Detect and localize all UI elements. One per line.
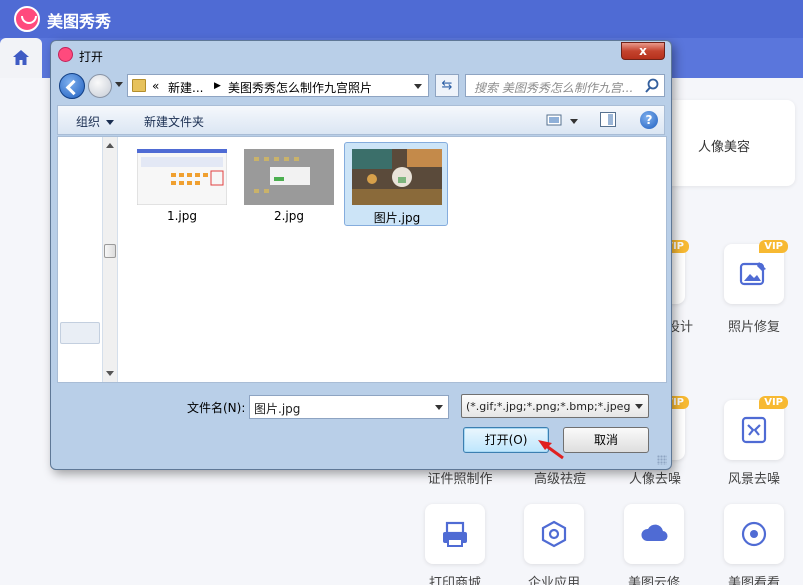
dialog-titlebar[interactable]: 打开 x bbox=[51, 41, 671, 69]
tool-print-label: 打印商城 bbox=[428, 576, 481, 585]
new-folder-button[interactable]: 新建文件夹 bbox=[144, 113, 204, 130]
photo-repair-icon bbox=[739, 262, 766, 286]
recent-locations-dropdown[interactable] bbox=[115, 82, 123, 87]
dialog-footer: 文件名(N): 图片.jpg (*.gif;*.jpg;*.png;*.bmp;… bbox=[51, 385, 671, 469]
vip-badge: VIP bbox=[759, 396, 788, 409]
breadcrumb-separator-icon: ▶ bbox=[214, 81, 221, 91]
annotation-arrow-icon bbox=[538, 440, 564, 460]
folder-icon bbox=[132, 79, 146, 92]
tool-portrait-denoise-label: 人像去噪 bbox=[628, 472, 681, 487]
file-item[interactable]: 1.jpg bbox=[130, 143, 234, 227]
file-item[interactable]: 2.jpg bbox=[237, 143, 341, 227]
meitu-logo-icon bbox=[14, 6, 40, 32]
meitu-app-icon bbox=[58, 47, 73, 62]
file-thumbnail bbox=[244, 149, 334, 205]
address-row: « 新建... ▶ 美图秀秀怎么制作九宫照片 ⇆ 搜索 美图秀秀怎么制作九宫..… bbox=[57, 71, 665, 101]
breadcrumb-overflow[interactable]: « bbox=[152, 79, 159, 93]
search-placeholder: 搜索 美图秀秀怎么制作九宫... bbox=[474, 81, 634, 95]
forward-button[interactable] bbox=[88, 74, 112, 98]
tool-id-photo-label: 证件照制作 bbox=[427, 472, 493, 487]
chevron-down-icon bbox=[106, 120, 115, 125]
app-header: 美图秀秀 bbox=[0, 0, 803, 38]
address-bar[interactable]: « 新建... ▶ 美图秀秀怎么制作九宫照片 bbox=[127, 74, 429, 97]
scroll-thumb[interactable] bbox=[104, 244, 116, 258]
dialog-toolbar: 组织 新建文件夹 ? bbox=[57, 105, 665, 135]
scroll-up-icon[interactable] bbox=[106, 143, 114, 148]
view-mode-icon[interactable] bbox=[546, 112, 562, 128]
tool-photo-repair[interactable]: VIP bbox=[724, 240, 788, 304]
filename-label: 文件名(N): bbox=[187, 401, 246, 415]
tool-acne-label: 高级祛痘 bbox=[533, 472, 586, 487]
tool-cloud-retouch[interactable] bbox=[624, 504, 684, 564]
tool-enterprise-label: 企业应用 bbox=[527, 576, 580, 585]
print-icon bbox=[443, 521, 467, 547]
file-name: 1.jpg bbox=[166, 209, 198, 223]
resize-grip[interactable] bbox=[657, 455, 667, 465]
address-dropdown-icon[interactable] bbox=[414, 84, 422, 89]
file-type-select[interactable]: (*.gif;*.jpg;*.png;*.bmp;*.jpeg bbox=[461, 394, 649, 418]
breadcrumb-current[interactable]: 美图秀秀怎么制作九宫照片 bbox=[228, 79, 372, 96]
search-icon[interactable] bbox=[644, 78, 660, 94]
file-thumbnail bbox=[137, 149, 227, 205]
tool-print[interactable] bbox=[425, 504, 485, 564]
navigation-pane bbox=[58, 137, 103, 382]
portrait-beauty-label: 人像美容 bbox=[698, 140, 751, 155]
tool-viewer-label: 美图看看 bbox=[727, 576, 780, 585]
file-thumbnail bbox=[352, 149, 442, 205]
breadcrumb-parent[interactable]: 新建... bbox=[168, 79, 203, 96]
tool-landscape-denoise[interactable]: VIP bbox=[724, 396, 788, 460]
scroll-down-icon[interactable] bbox=[106, 371, 114, 376]
view-mode-dropdown-icon[interactable] bbox=[570, 119, 578, 124]
chevron-down-icon bbox=[635, 404, 643, 409]
search-input[interactable]: 搜索 美图秀秀怎么制作九宫... bbox=[465, 74, 665, 97]
enterprise-icon bbox=[541, 520, 567, 548]
close-button[interactable]: x bbox=[621, 42, 665, 60]
app-title: 美图秀秀 bbox=[47, 12, 112, 31]
tool-viewer[interactable] bbox=[724, 504, 784, 564]
open-file-dialog: 打开 x « 新建... ▶ 美图秀秀怎么制作九宫照片 ⇆ 搜索 美图秀秀怎么制… bbox=[50, 40, 672, 470]
refresh-icon: ⇆ bbox=[441, 78, 453, 93]
cloud-retouch-icon bbox=[641, 524, 668, 542]
home-icon bbox=[13, 50, 29, 65]
file-browser: 1.jpg 2.jpg 图片.jpg bbox=[57, 136, 667, 383]
tool-enterprise[interactable] bbox=[524, 504, 584, 564]
filename-dropdown-icon[interactable] bbox=[435, 405, 443, 410]
vip-badge: VIP bbox=[759, 240, 788, 253]
help-icon[interactable]: ? bbox=[640, 111, 658, 129]
file-name: 2.jpg bbox=[273, 209, 305, 223]
file-name: 图片.jpg bbox=[373, 211, 421, 225]
organize-label: 组织 bbox=[76, 115, 101, 129]
home-tab[interactable] bbox=[0, 38, 42, 78]
refresh-button[interactable]: ⇆ bbox=[435, 74, 459, 97]
tool-cloud-retouch-label: 美图云修 bbox=[627, 576, 680, 585]
tool-photo-repair-label: 照片修复 bbox=[727, 320, 780, 335]
file-item-selected[interactable]: 图片.jpg bbox=[344, 142, 448, 226]
nav-scrollbar[interactable] bbox=[103, 137, 118, 382]
dialog-title: 打开 bbox=[79, 50, 104, 64]
viewer-icon bbox=[741, 521, 767, 547]
filename-field[interactable]: 图片.jpg bbox=[249, 395, 449, 419]
back-button[interactable] bbox=[59, 73, 85, 99]
file-type-value: (*.gif;*.jpg;*.png;*.bmp;*.jpeg bbox=[466, 400, 630, 413]
cancel-button[interactable]: 取消 bbox=[563, 427, 649, 453]
organize-menu[interactable]: 组织 bbox=[76, 113, 115, 130]
navigation-selected-item[interactable] bbox=[60, 322, 100, 344]
tool-landscape-denoise-label: 风景去噪 bbox=[727, 472, 780, 487]
preview-pane-icon[interactable] bbox=[600, 112, 616, 127]
landscape-denoise-icon bbox=[741, 416, 767, 444]
filename-value: 图片.jpg bbox=[254, 402, 301, 416]
